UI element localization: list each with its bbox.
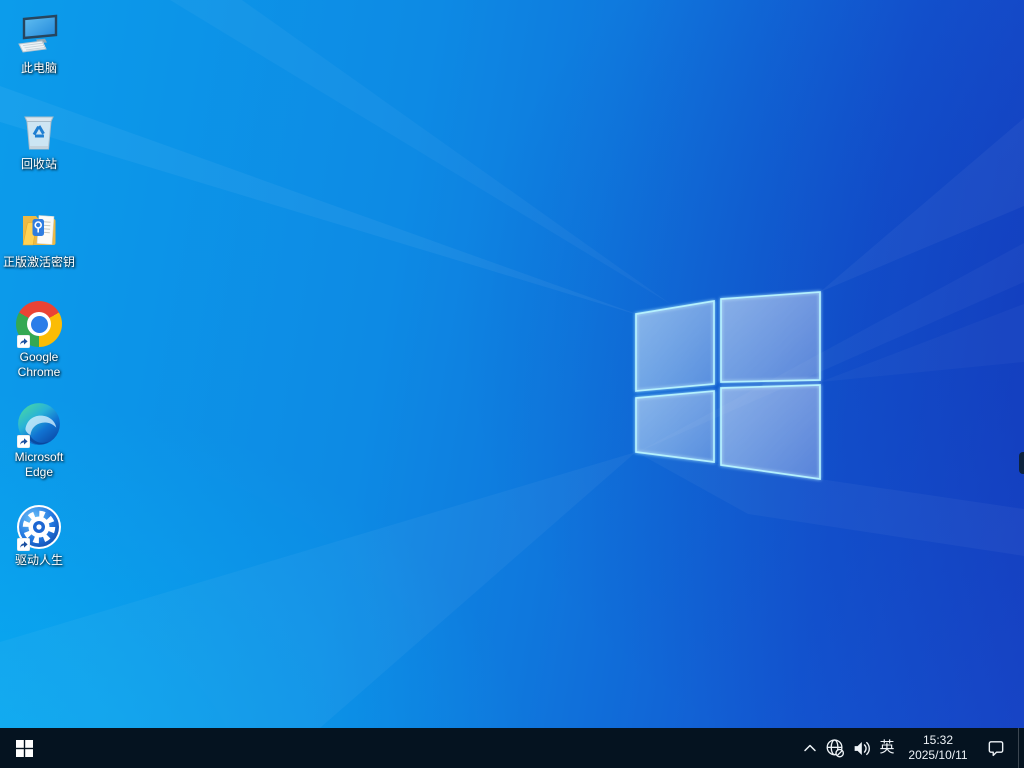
speaker-icon — [854, 741, 870, 755]
windows-start-icon — [15, 739, 33, 757]
desktop-icon-label: 驱动人生 — [14, 553, 63, 567]
tray-volume-button[interactable] — [848, 728, 874, 768]
desktop[interactable]: 此电脑 回收站 正版激活密钥 Google Chrome Microsoft E… — [0, 0, 1024, 728]
shortcut-arrow-icon — [16, 334, 31, 349]
activation-key-folder-icon — [16, 202, 62, 252]
desktop-icon-label: Microsoft Edge — [14, 450, 64, 479]
clock-time: 15:32 — [922, 733, 954, 747]
wallpaper-light-rays — [0, 0, 1024, 728]
google-chrome-icon — [16, 297, 62, 349]
microsoft-edge-icon — [16, 397, 62, 449]
chevron-up-icon — [804, 744, 816, 752]
this-pc-icon — [15, 8, 63, 58]
recycle-bin-icon — [17, 104, 61, 154]
driver-life-gear-icon — [16, 500, 62, 552]
desktop-icon-activation-key[interactable]: 正版激活密钥 — [0, 202, 78, 270]
desktop-icon-recycle-bin[interactable]: 回收站 — [0, 104, 78, 172]
system-tray: 英 15:32 2025/10/11 — [798, 728, 1024, 768]
globe-no-internet-icon — [826, 739, 844, 758]
tray-network-button[interactable] — [822, 728, 848, 768]
desktop-icon-driver-life[interactable]: 驱动人生 — [0, 500, 78, 568]
action-center-icon — [988, 741, 1004, 757]
windows-logo-wallpaper — [635, 291, 821, 480]
desktop-icon-label: 回收站 — [20, 157, 57, 171]
desktop-icon-label: Google Chrome — [17, 350, 61, 379]
tray-clock[interactable]: 15:32 2025/10/11 — [900, 728, 976, 768]
show-desktop-button[interactable] — [1019, 728, 1024, 768]
desktop-icon-this-pc[interactable]: 此电脑 — [0, 8, 78, 76]
tray-ime-indicator[interactable]: 英 — [874, 728, 900, 768]
windows-desktop-screen: 此电脑 回收站 正版激活密钥 Google Chrome Microsoft E… — [0, 0, 1024, 768]
start-button[interactable] — [0, 728, 48, 768]
desktop-icon-label: 正版激活密钥 — [2, 255, 75, 269]
taskbar: 英 15:32 2025/10/11 — [0, 728, 1024, 768]
shortcut-arrow-icon — [16, 537, 31, 552]
desktop-icon-label: 此电脑 — [20, 61, 57, 75]
desktop-icon-google-chrome[interactable]: Google Chrome — [0, 297, 78, 380]
desktop-icon-microsoft-edge[interactable]: Microsoft Edge — [0, 397, 78, 480]
shortcut-arrow-icon — [16, 434, 31, 449]
screen-edge-handle[interactable] — [1019, 452, 1024, 474]
action-center-button[interactable] — [976, 728, 1016, 768]
clock-date: 2025/10/11 — [908, 748, 968, 762]
tray-hidden-icons-button[interactable] — [798, 728, 822, 768]
